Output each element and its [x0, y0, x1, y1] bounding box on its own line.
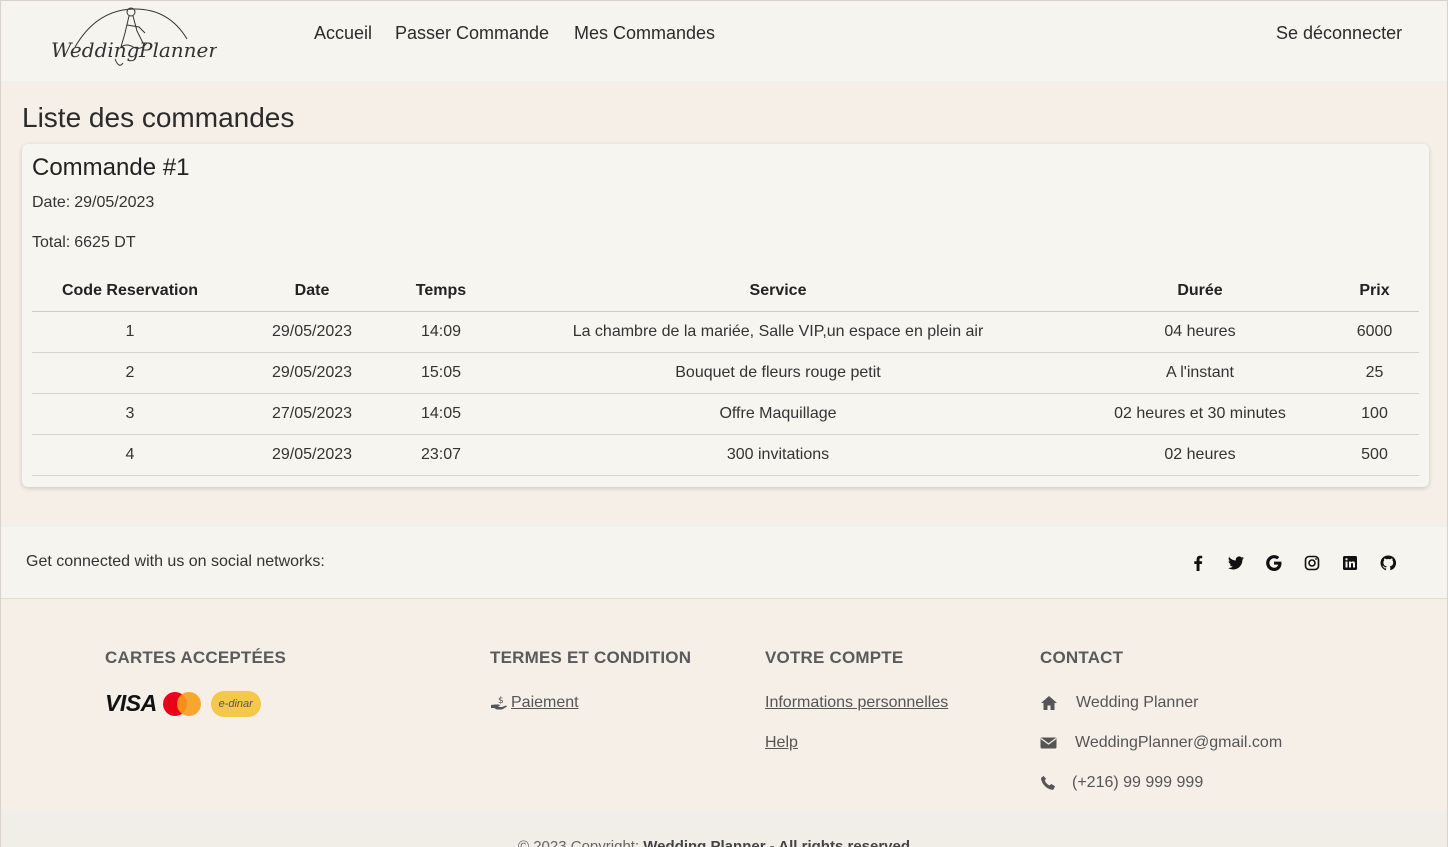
- brand-logo[interactable]: Wedding Planner: [47, 3, 219, 71]
- column-header: Temps: [396, 271, 486, 312]
- cell-time: 14:05: [396, 393, 486, 435]
- copyright-prefix: © 2023 Copyright:: [518, 838, 640, 847]
- phone-icon: [1040, 774, 1058, 792]
- order-total-label: Total:: [32, 234, 71, 251]
- cell-service: La chambre de la mariée, Salle VIP,un es…: [486, 311, 1070, 353]
- table-row: 2 29/05/2023 15:05 Bouquet de fleurs rou…: [32, 352, 1419, 394]
- order-total-value: 6625 DT: [74, 234, 136, 251]
- nav-mes-commandes[interactable]: Mes Commandes: [574, 23, 715, 44]
- svg-text:$: $: [498, 696, 504, 706]
- contact-name: Wedding Planner: [1076, 694, 1199, 711]
- contact-title: CONTACT: [1040, 648, 1124, 667]
- cell-date: 29/05/2023: [228, 352, 396, 394]
- copyright-bar: © 2023 Copyright: Wedding Planner - All …: [1, 812, 1447, 847]
- visa-logo: VISA: [105, 690, 157, 716]
- column-header: Date: [228, 271, 396, 312]
- table-header-row: Code Reservation Date Temps Service Duré…: [32, 271, 1419, 312]
- footer: CARTES ACCEPTÉES VISA e-dinar TERMES ET …: [1, 600, 1447, 812]
- column-header: Prix: [1330, 271, 1419, 312]
- social-icons: [1179, 553, 1407, 573]
- personal-info-link[interactable]: Informations personnelles: [765, 694, 948, 712]
- social-text: Get connected with us on social networks…: [26, 553, 325, 570]
- column-header: Durée: [1070, 271, 1330, 312]
- table-row: 1 29/05/2023 14:09 La chambre de la mari…: [32, 311, 1419, 353]
- cell-service: 300 invitations: [486, 434, 1070, 476]
- cards-title: CARTES ACCEPTÉES: [105, 648, 287, 667]
- contact-name-row: Wedding Planner: [1040, 694, 1198, 712]
- order-date-label: Date:: [32, 194, 71, 211]
- facebook-icon[interactable]: [1179, 553, 1217, 573]
- edinar-logo: e-dinar: [210, 690, 261, 717]
- column-header: Service: [486, 271, 1070, 312]
- cell-code: 3: [32, 393, 228, 435]
- table-row: 3 27/05/2023 14:05 Offre Maquillage 02 h…: [32, 393, 1419, 435]
- cell-service: Offre Maquillage: [486, 393, 1070, 435]
- svg-text:Planner: Planner: [138, 38, 217, 62]
- help-link[interactable]: Help: [765, 734, 798, 752]
- instagram-icon[interactable]: [1293, 553, 1331, 573]
- mastercard-icon: [162, 691, 203, 716]
- cell-code: 1: [32, 311, 228, 353]
- order-card: Commande #1 Date: 29/05/2023 Total: 6625 D…: [22, 144, 1429, 487]
- envelope-icon: [1040, 734, 1058, 752]
- payment-link-label: Paiement: [511, 694, 579, 711]
- cell-time: 23:07: [396, 434, 486, 476]
- cell-duration: 04 heures: [1070, 311, 1330, 353]
- cell-price: 100: [1330, 393, 1419, 435]
- cell-time: 14:09: [396, 311, 486, 353]
- contact-email-row: WeddingPlanner@gmail.com: [1040, 734, 1282, 752]
- google-icon[interactable]: [1255, 553, 1293, 573]
- contact-email: WeddingPlanner@gmail.com: [1075, 734, 1283, 751]
- svg-text:Wedding: Wedding: [51, 38, 139, 62]
- order-date-value: 29/05/2023: [74, 194, 155, 211]
- payment-cards: VISA e-dinar: [105, 690, 261, 717]
- order-title: Commande #1: [32, 154, 190, 181]
- cell-time: 15:05: [396, 352, 486, 394]
- cell-price: 25: [1330, 352, 1419, 394]
- column-header: Code Reservation: [32, 271, 228, 312]
- order-date: Date: 29/05/2023: [32, 194, 154, 212]
- main-content: Liste des commandes Commande #1 Date: 29/…: [1, 81, 1447, 527]
- twitter-icon[interactable]: [1217, 553, 1255, 573]
- cell-price: 500: [1330, 434, 1419, 476]
- copyright-brand: Wedding Planner: [643, 838, 766, 847]
- home-icon: [1040, 694, 1058, 712]
- contact-phone-row: (+216) 99 999 999: [1040, 774, 1203, 792]
- copyright-suffix: - All rights reserved: [769, 838, 911, 847]
- terms-title: TERMES ET CONDITION: [490, 648, 692, 667]
- page-title: Liste des commandes: [22, 102, 295, 133]
- payment-link[interactable]: $ Paiement: [490, 694, 579, 712]
- cell-date: 29/05/2023: [228, 311, 396, 353]
- nav-accueil[interactable]: Accueil: [314, 23, 372, 44]
- contact-phone: (+216) 99 999 999: [1072, 774, 1204, 791]
- cell-service: Bouquet de fleurs rouge petit: [486, 352, 1070, 394]
- github-icon[interactable]: [1369, 553, 1407, 573]
- cell-price: 6000: [1330, 311, 1419, 353]
- cell-date: 29/05/2023: [228, 434, 396, 476]
- cell-duration: A l'instant: [1070, 352, 1330, 394]
- copyright-text: © 2023 Copyright: Wedding Planner - All …: [518, 838, 910, 847]
- hand-holding-dollar-icon: $: [490, 695, 508, 711]
- cell-date: 27/05/2023: [228, 393, 396, 435]
- logout-link[interactable]: Se déconnecter: [1276, 23, 1402, 44]
- cell-duration: 02 heures et 30 minutes: [1070, 393, 1330, 435]
- order-table: Code Reservation Date Temps Service Duré…: [32, 271, 1419, 476]
- nav-passer-commande[interactable]: Passer Commande: [395, 23, 549, 44]
- social-bar: Get connected with us on social networks…: [1, 527, 1447, 599]
- linkedin-icon[interactable]: [1331, 553, 1369, 573]
- cell-code: 2: [32, 352, 228, 394]
- cell-duration: 02 heures: [1070, 434, 1330, 476]
- navbar: Wedding Planner Accueil Passer Commande …: [1, 1, 1447, 81]
- order-total: Total: 6625 DT: [32, 234, 136, 252]
- cell-code: 4: [32, 434, 228, 476]
- account-title: VOTRE COMPTE: [765, 648, 904, 667]
- table-row: 4 29/05/2023 23:07 300 invitations 02 he…: [32, 434, 1419, 476]
- wedding-planner-logo-icon: Wedding Planner: [51, 7, 219, 66]
